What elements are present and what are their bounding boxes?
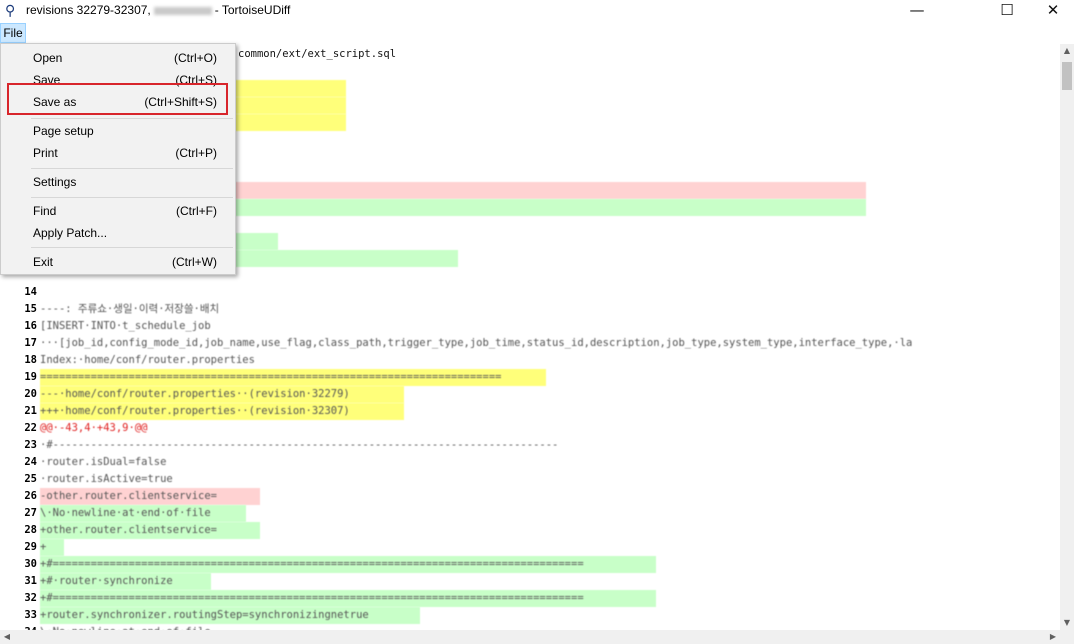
line-number: 25 xyxy=(24,473,37,485)
diff-line-text xyxy=(40,284,46,301)
line-number: 21 xyxy=(24,405,37,417)
menu-item-page-setup[interactable]: Page setup xyxy=(2,121,234,143)
line-number: 26 xyxy=(24,490,37,502)
line-number: 14 xyxy=(24,286,37,298)
diff-line-text: +#======================================… xyxy=(40,590,656,607)
file-dropdown-menu: Open (Ctrl+O) Save (Ctrl+S) Save as (Ctrl+S… xyxy=(0,43,236,275)
diff-line-text: +other.router.clientservice= xyxy=(40,522,260,539)
menu-separator xyxy=(31,247,233,248)
menu-item-exit[interactable]: Exit (Ctrl+W) xyxy=(2,252,234,274)
scroll-right-icon[interactable]: ▶ xyxy=(1046,630,1060,644)
scroll-down-icon[interactable]: ▼ xyxy=(1060,616,1074,630)
horizontal-scrollbar[interactable]: ◀ ▶ xyxy=(0,630,1060,644)
menu-bar: File xyxy=(0,23,1074,43)
diff-line-text: ···[job_id,config_mode_id,job_name,use_f… xyxy=(40,337,913,349)
diff-line-text: +++·home/conf/router.properties··(revisi… xyxy=(40,403,404,420)
line-number: 30 xyxy=(24,558,37,570)
line-number: 20 xyxy=(24,388,37,400)
line-number: 23 xyxy=(24,439,37,451)
diff-line-text: \·No·newline·at·end·of·file xyxy=(40,505,246,522)
title-bar: ⚲ revisions 32279-32307, - TortoiseUDiff … xyxy=(0,0,1074,22)
line-number: 27 xyxy=(24,507,37,519)
diff-line-text: @@·-43,4·+43,9·@@ xyxy=(40,422,148,434)
menu-item-label: Open xyxy=(33,51,63,65)
line-number: 29 xyxy=(24,541,37,553)
menu-item-shortcut: (Ctrl+W) xyxy=(172,255,217,269)
diff-line-text: [INSERT·INTO·t_schedule_job xyxy=(40,320,211,332)
maximize-button[interactable]: ☐ xyxy=(984,0,1030,22)
menu-item-open[interactable]: Open (Ctrl+O) xyxy=(2,48,234,70)
window-title: revisions 32279-32307, - TortoiseUDiff xyxy=(26,3,291,17)
line-number: 32 xyxy=(24,592,37,604)
minimize-button[interactable]: — xyxy=(894,0,940,22)
menu-item-shortcut: (Ctrl+P) xyxy=(175,146,217,160)
menu-item-label: Find xyxy=(33,204,57,218)
line-number: 31 xyxy=(24,575,37,587)
diff-line-text: +#·router·synchronize xyxy=(40,573,211,590)
menu-item-apply-patch[interactable]: Apply Patch... xyxy=(2,223,234,245)
line-number: 18 xyxy=(24,354,37,366)
redacted-text xyxy=(153,6,212,15)
menu-item-settings[interactable]: Settings xyxy=(2,172,234,194)
scroll-left-icon[interactable]: ◀ xyxy=(0,630,14,644)
menu-separator xyxy=(31,168,233,169)
menu-item-print[interactable]: Print (Ctrl+P) xyxy=(2,143,234,165)
line-number: 17 xyxy=(24,337,37,349)
close-button[interactable]: ✕ xyxy=(1030,0,1074,22)
scroll-up-icon[interactable]: ▲ xyxy=(1060,44,1074,58)
menu-item-label: Exit xyxy=(33,255,54,269)
diff-line-text: ========================================… xyxy=(40,369,546,386)
scrollbar-corner xyxy=(1060,630,1074,644)
menu-item-shortcut: (Ctrl+F) xyxy=(176,204,217,218)
diff-line-text: +router.synchronizer.routingStep=synchro… xyxy=(40,607,420,624)
file-menu[interactable]: File xyxy=(0,23,26,43)
save-as-highlight-box xyxy=(7,83,228,115)
line-number: 16 xyxy=(24,320,37,332)
scroll-thumb[interactable] xyxy=(1062,62,1072,90)
menu-item-label: Print xyxy=(33,146,58,160)
line-number: 15 xyxy=(24,303,37,315)
diff-line-text: ----: 주류쇼·생일·이력·저장쓸·배치 xyxy=(40,303,220,315)
diff-line-text: ·router.isDual=false xyxy=(40,456,167,468)
diff-line-text: ·#--------------------------------------… xyxy=(40,439,559,451)
menu-item-shortcut: (Ctrl+O) xyxy=(174,51,217,65)
menu-item-label: Page setup xyxy=(33,124,94,138)
line-number: 33 xyxy=(24,609,37,621)
menu-separator xyxy=(31,197,233,198)
line-number: 19 xyxy=(24,371,37,383)
menu-item-find[interactable]: Find (Ctrl+F) xyxy=(2,201,234,223)
line-number: 22 xyxy=(24,422,37,434)
diff-line-text: -other.router.clientservice= xyxy=(40,488,260,505)
menu-item-label: Settings xyxy=(33,175,77,189)
menu-separator xyxy=(31,118,233,119)
diff-header-path: common/ext/ext_script.sql xyxy=(238,48,397,60)
line-number: 24 xyxy=(24,456,37,468)
diff-line-text: ---·home/conf/router.properties··(revisi… xyxy=(40,386,404,403)
diff-line-text: ·router.isActive=true xyxy=(40,473,173,485)
diff-line-text: +#======================================… xyxy=(40,556,656,573)
menu-item-label: Apply Patch... xyxy=(33,226,108,240)
tortoise-icon: ⚲ xyxy=(5,3,16,19)
diff-line-text: Index:·home/conf/router.properties xyxy=(40,354,255,366)
line-number: 28 xyxy=(24,524,37,536)
diff-line-text: + xyxy=(40,539,64,556)
vertical-scrollbar[interactable]: ▲ ▼ xyxy=(1060,44,1074,630)
